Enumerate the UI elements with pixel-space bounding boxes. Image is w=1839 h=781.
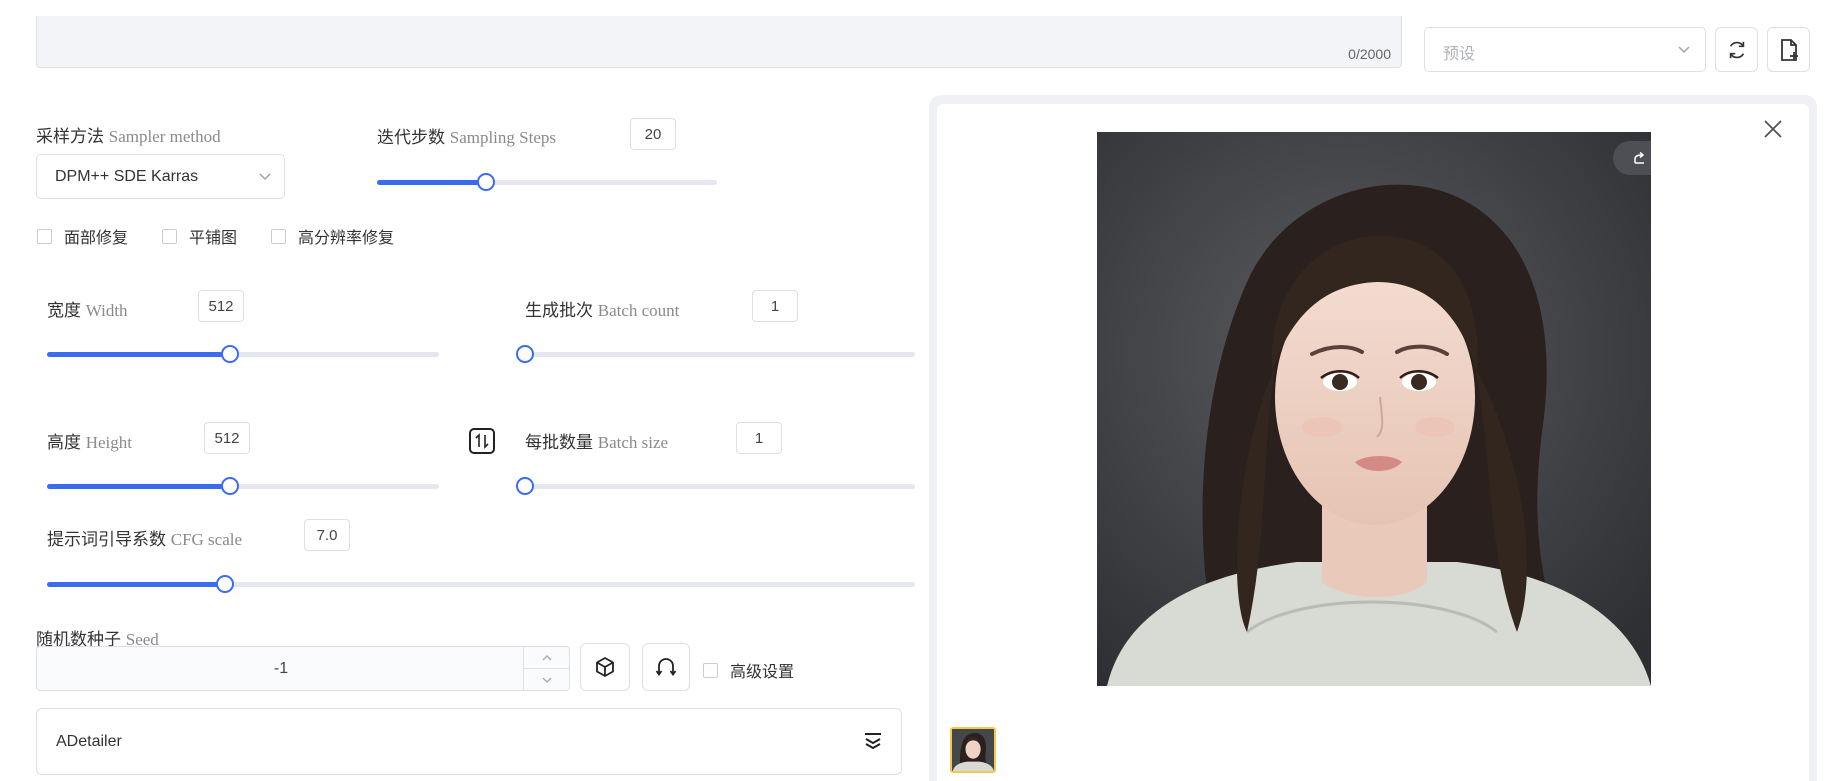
slider-track xyxy=(525,352,915,357)
close-icon[interactable] xyxy=(1763,119,1783,139)
batch-size-slider[interactable] xyxy=(516,477,915,495)
batch-count-input[interactable]: 1 xyxy=(752,290,798,322)
checkbox-box[interactable] xyxy=(271,228,286,244)
preview-panel: 分享 xyxy=(937,104,1809,781)
recycle-icon xyxy=(655,658,677,677)
seed-input[interactable]: -1 xyxy=(36,646,570,691)
seed-value: -1 xyxy=(273,660,289,677)
slider-fill xyxy=(47,352,230,357)
file-add-icon xyxy=(1780,38,1798,61)
preset-select[interactable]: 预设 xyxy=(1424,27,1706,72)
seed-stepper xyxy=(523,647,569,690)
cfg-input[interactable]: 7.0 xyxy=(304,519,350,551)
adetailer-title: ADetailer xyxy=(56,733,122,750)
generated-image[interactable]: 分享 xyxy=(1097,132,1651,686)
share-icon xyxy=(1634,151,1645,164)
cfg-label: 提示词引导系数 CFG scale xyxy=(47,530,243,549)
random-seed-button[interactable] xyxy=(580,643,630,691)
slider-handle[interactable] xyxy=(516,345,534,363)
reuse-seed-button[interactable] xyxy=(642,643,690,691)
slider-handle[interactable] xyxy=(476,173,495,191)
slider-fill xyxy=(47,582,225,587)
seed-increment-button[interactable] xyxy=(524,647,569,669)
slider-fill xyxy=(377,180,486,185)
steps-input[interactable]: 20 xyxy=(630,118,676,150)
hires-fix-checkbox[interactable]: 高分辨率修复 xyxy=(271,224,394,248)
steps-slider[interactable] xyxy=(377,173,717,191)
portrait-image xyxy=(1097,132,1651,686)
steps-label: 迭代步数 Sampling Steps xyxy=(377,128,556,147)
swap-icon xyxy=(475,433,489,449)
swap-dimensions-button[interactable] xyxy=(469,428,495,454)
height-input[interactable]: 512 xyxy=(204,422,250,454)
checkbox-box[interactable] xyxy=(37,228,52,244)
slider-handle[interactable] xyxy=(215,575,234,593)
prompt-textarea[interactable]: 0/2000 xyxy=(36,16,1402,68)
thumbnail-image xyxy=(952,729,994,771)
height-label: 高度 Height xyxy=(47,433,133,452)
thumbnail-item[interactable] xyxy=(950,727,996,773)
sampler-selected-value: DPM++ SDE Karras xyxy=(55,168,199,185)
advanced-settings-checkbox[interactable]: 高级设置 xyxy=(703,658,794,682)
chevron-down-icon xyxy=(1678,46,1690,54)
checkbox-box[interactable] xyxy=(162,228,177,244)
width-input[interactable]: 512 xyxy=(198,290,244,322)
tiling-checkbox[interactable]: 平铺图 xyxy=(162,224,237,248)
seed-decrement-button[interactable] xyxy=(524,669,569,690)
preview-panel-frame: 分享 xyxy=(929,95,1817,781)
cfg-slider[interactable] xyxy=(47,575,915,593)
refresh-icon xyxy=(1729,41,1744,58)
batch-count-slider[interactable] xyxy=(516,345,915,363)
prompt-char-count: 0/2000 xyxy=(1348,46,1391,62)
slider-fill xyxy=(47,484,230,489)
chevron-up-icon xyxy=(542,654,551,660)
collapse-icon[interactable] xyxy=(863,731,883,751)
adetailer-accordion[interactable]: ADetailer xyxy=(36,708,902,775)
face-restore-checkbox[interactable]: 面部修复 xyxy=(37,224,128,248)
batch-count-label: 生成批次 Batch count xyxy=(525,301,680,320)
preset-placeholder: 预设 xyxy=(1443,46,1476,63)
chevron-down-icon xyxy=(542,677,551,683)
chevron-down-icon xyxy=(259,173,271,181)
save-preset-button[interactable] xyxy=(1767,27,1810,72)
width-slider[interactable] xyxy=(47,345,439,363)
width-label: 宽度 Width xyxy=(47,301,128,320)
height-slider[interactable] xyxy=(47,477,439,495)
sampler-label: 采样方法 Sampler method xyxy=(36,127,221,146)
checkbox-box[interactable] xyxy=(703,662,718,678)
batch-size-input[interactable]: 1 xyxy=(736,422,782,454)
sampler-select[interactable]: DPM++ SDE Karras xyxy=(36,154,285,199)
share-button[interactable]: 分享 xyxy=(1613,141,1651,175)
cube-icon xyxy=(596,657,614,677)
batch-size-label: 每批数量 Batch size xyxy=(525,433,669,452)
slider-handle[interactable] xyxy=(516,477,534,495)
slider-handle[interactable] xyxy=(220,345,239,363)
refresh-preset-button[interactable] xyxy=(1715,27,1758,72)
slider-track xyxy=(525,484,915,489)
slider-handle[interactable] xyxy=(220,477,239,495)
